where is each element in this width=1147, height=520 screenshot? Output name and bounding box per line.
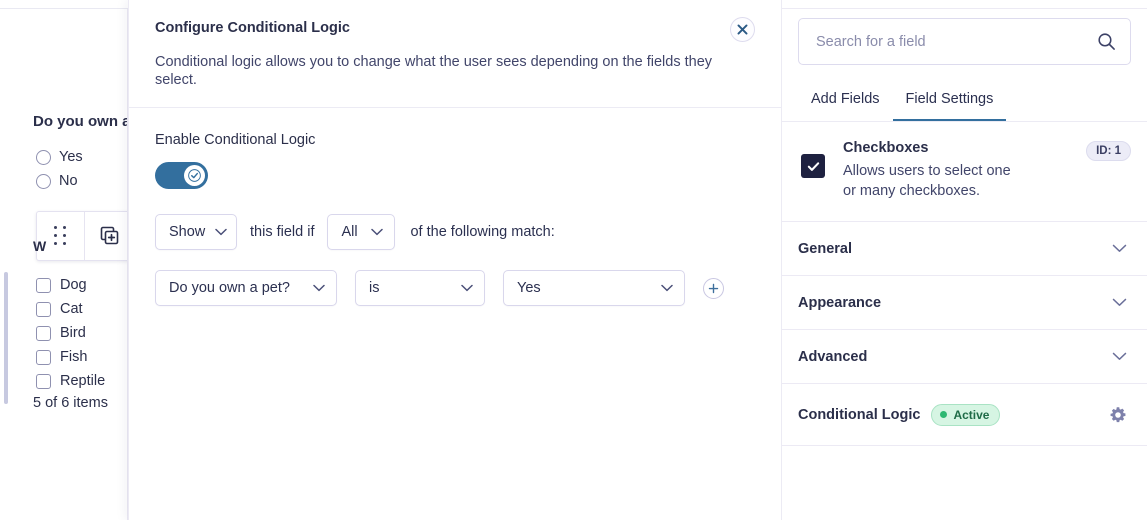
background-checkbox-reptile[interactable]: Reptile [36,373,105,389]
rule-operator-value: is [369,280,380,297]
logic-condition-row: Show this field if All of the following … [155,214,755,251]
duplicate-field-button[interactable] [85,212,132,260]
checkbox-label: Dog [60,277,87,293]
modal-description: Conditional logic allows you to change w… [155,54,713,89]
section-conditional-logic-label: Conditional Logic [798,406,921,423]
background-radio-yes[interactable]: Yes [36,149,83,165]
checkbox-label: Reptile [60,373,106,389]
section-appearance[interactable]: Appearance [782,276,1147,331]
background-checkbox-bird[interactable]: Bird [36,325,86,341]
checkbox-square-icon [36,349,51,365]
sidebar-top-divider [782,8,1147,9]
close-icon [737,24,748,35]
status-badge-label: Active [953,407,990,422]
gear-icon[interactable] [1109,406,1127,424]
sidebar-tabs: Add Fields Field Settings [782,83,1147,122]
checkbox-label: Cat [60,301,83,317]
field-description: Allows users to select one or many check… [843,163,1011,199]
top-divider-left [0,8,128,9]
items-count-label: 5 of 6 items [33,395,108,411]
chevron-down-icon [661,285,673,292]
conditional-logic-header: Conditional Logic Active [798,403,1001,426]
modal-title: Configure Conditional Logic [155,20,350,36]
toggle-knob [184,165,205,187]
chevron-down-icon [1112,244,1127,253]
action-select-value: Show [169,224,206,241]
rule-value-select[interactable]: Yes [503,270,685,307]
checkboxes-field-icon[interactable] [801,154,825,178]
check-icon [188,169,201,183]
background-checkbox-fish[interactable]: Fish [36,349,87,365]
chevron-down-icon [371,229,384,236]
drag-handle-icon [54,226,67,246]
tab-add-fields-label: Add Fields [811,91,880,107]
background-question-label: Do you own a [33,113,131,130]
section-advanced-label: Advanced [798,348,868,365]
rule-field-select[interactable]: Do you own a pet? [155,270,337,307]
rule-operator-select[interactable]: is [355,270,485,307]
checkbox-square-icon [36,301,51,317]
radio-circle-icon [36,149,51,165]
check-icon [807,161,819,171]
background-checkbox-dog[interactable]: Dog [36,277,87,293]
modal-body: Enable Conditional Logic Show this field [129,108,781,307]
section-advanced[interactable]: Advanced [782,330,1147,385]
chevron-down-icon [313,285,325,292]
modal-header: Configure Conditional Logic Conditional … [129,0,781,109]
tab-field-settings-label: Field Settings [905,91,994,107]
background-field-label: W [33,238,47,254]
section-conditional-logic[interactable]: Conditional Logic Active [782,384,1147,447]
checkbox-label: Bird [60,325,86,341]
tab-field-settings[interactable]: Field Settings [892,83,1007,122]
rule-value-value: Yes [517,280,541,297]
app-root: Do you own a Yes No W Dog Cat Bird Fish … [0,0,1147,520]
checkbox-square-icon [36,325,51,341]
duplicate-icon [100,226,118,245]
section-general-label: General [798,240,852,257]
section-appearance-label: Appearance [798,294,882,311]
tab-add-fields[interactable]: Add Fields [798,83,893,122]
status-badge: Active [931,403,1001,426]
field-hover-toolbar[interactable] [36,211,133,261]
background-radio-no[interactable]: No [36,173,78,189]
add-rule-button[interactable] [703,277,724,299]
background-checkbox-cat[interactable]: Cat [36,301,83,317]
checkbox-square-icon [36,373,51,389]
chevron-down-icon [461,285,473,292]
checkbox-label: Fish [60,349,88,365]
search-input[interactable] [798,18,1131,65]
match-type-select-value: All [341,224,358,241]
checkbox-square-icon [36,277,51,293]
action-select[interactable]: Show [155,214,237,251]
close-button[interactable] [730,17,755,42]
following-match-text: of the following match: [410,224,555,241]
selected-field-card: Checkboxes Allows users to select one or… [782,122,1147,223]
plus-icon [708,283,719,293]
status-dot-icon [940,411,948,419]
logic-rule-row: Do you own a pet? is Yes [155,270,755,307]
chevron-down-icon [1112,298,1127,307]
radio-circle-icon [36,173,51,189]
conditional-logic-modal: Configure Conditional Logic Conditional … [128,0,781,520]
enable-conditional-logic-toggle[interactable] [155,162,208,190]
chevron-down-icon [1112,352,1127,361]
field-id-badge: ID: 1 [1086,141,1131,161]
radio-label-no: No [59,173,78,189]
search-field-wrapper [798,18,1131,65]
radio-label-yes: Yes [59,149,83,165]
rule-field-value: Do you own a pet? [169,280,290,297]
enable-conditional-logic-label: Enable Conditional Logic [155,132,316,149]
field-selection-accent-bar [4,272,8,404]
section-general[interactable]: General [782,222,1147,277]
this-field-if-text: this field if [250,224,315,241]
chevron-down-icon [215,229,228,236]
match-type-select[interactable]: All [327,214,396,251]
field-settings-sidebar: Add Fields Field Settings Checkboxes All… [781,0,1147,520]
